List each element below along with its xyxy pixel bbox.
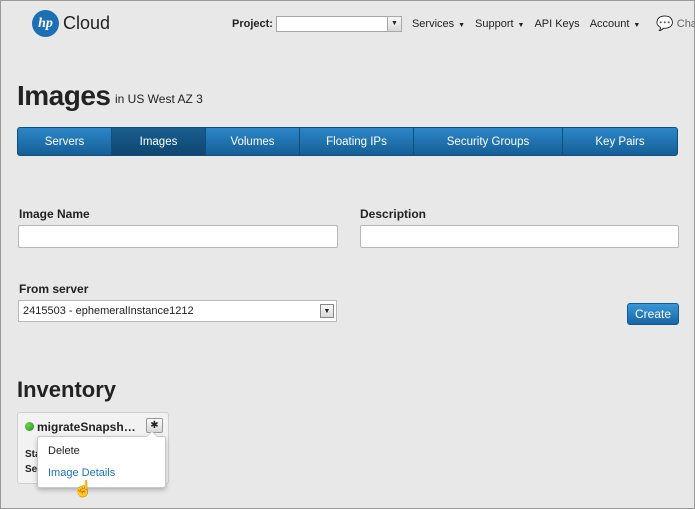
tab-key-pairs[interactable]: Key Pairs <box>563 128 677 155</box>
create-button[interactable]: Create <box>627 303 679 325</box>
image-actions-menu: Delete Image Details <box>37 431 166 488</box>
from-server-value: 2415503 - ephemeralInstance1212 <box>23 305 194 317</box>
chat-link[interactable]: 💬 Chat <box>656 15 695 32</box>
chat-label: Chat <box>676 17 695 30</box>
description-input[interactable] <box>360 225 679 248</box>
nav-account[interactable]: Account ▼ <box>590 18 641 30</box>
inventory-title: Inventory <box>17 377 117 402</box>
main-tabs: Servers Images Volumes Floating IPs Secu… <box>17 127 678 156</box>
page-subtitle: in US West AZ 3 <box>115 92 203 106</box>
page-title: Images <box>17 80 111 111</box>
description-label: Description <box>360 207 427 221</box>
menu-item-image-details[interactable]: Image Details <box>48 467 115 479</box>
logo-text: Cloud <box>63 13 111 33</box>
top-navigation: Project: ▼ Services ▼ Support ▼ API Keys… <box>232 15 695 32</box>
hand-cursor-icon: ☝ <box>73 481 93 498</box>
nav-services[interactable]: Services ▼ <box>412 18 465 30</box>
menu-item-delete[interactable]: Delete <box>48 445 80 457</box>
caret-down-icon: ▼ <box>631 21 641 29</box>
hp-logo-icon: hp <box>32 10 59 37</box>
status-active-icon <box>25 422 34 431</box>
tab-security-groups[interactable]: Security Groups <box>414 128 563 155</box>
nav-api-keys[interactable]: API Keys <box>534 18 579 30</box>
chevron-down-icon: ▼ <box>320 304 334 318</box>
caret-down-icon: ▼ <box>515 21 525 29</box>
tab-volumes[interactable]: Volumes <box>206 128 300 155</box>
chat-bubble-icon: 💬 <box>656 15 674 31</box>
hp-cloud-logo[interactable]: hp Cloud <box>32 10 110 37</box>
tab-images[interactable]: Images <box>112 128 206 155</box>
tab-servers[interactable]: Servers <box>18 128 112 155</box>
from-server-label: From server <box>19 282 89 296</box>
project-select[interactable]: ▼ <box>275 15 402 32</box>
project-label: Project: <box>232 17 273 30</box>
chevron-down-icon: ▼ <box>386 16 401 31</box>
caret-down-icon: ▼ <box>456 21 466 29</box>
image-name-input[interactable] <box>18 225 338 248</box>
image-card-name: migrateSnapsh… <box>37 420 136 434</box>
image-name-label: Image Name <box>19 207 90 221</box>
tab-floating-ips[interactable]: Floating IPs <box>300 128 414 155</box>
nav-support[interactable]: Support ▼ <box>475 18 524 30</box>
from-server-select[interactable]: 2415503 - ephemeralInstance1212 ▼ <box>18 300 337 322</box>
